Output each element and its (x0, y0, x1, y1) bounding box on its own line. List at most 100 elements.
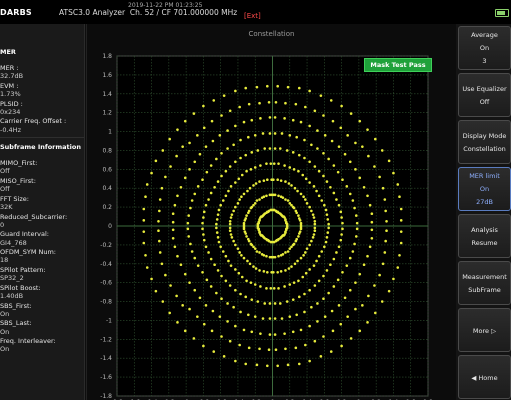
measurement-label: MER : (0, 64, 19, 72)
constellation-point (297, 295, 301, 299)
constellation-point (213, 263, 216, 267)
measurement-label: MISO_First: (0, 177, 36, 185)
constellation-point (332, 285, 336, 288)
constellation-point (268, 255, 272, 259)
softkey-mer-limit[interactable]: MER limit On 27dB (458, 167, 511, 211)
constellation-point (308, 243, 311, 247)
softkey-label: Measurement (462, 273, 507, 281)
constellation-point (337, 145, 341, 148)
softkey-home[interactable]: ◀ Home (458, 355, 511, 399)
constellation-point (196, 315, 199, 318)
constellation-point (277, 194, 280, 198)
constellation-point (327, 222, 330, 226)
constellation-point (154, 159, 158, 163)
softkey-analysis[interactable]: Analysis Resume (458, 214, 511, 258)
constellation-point (313, 229, 317, 233)
measurement-value: 1.40dB (0, 292, 24, 300)
constellation-point (368, 203, 372, 207)
constellation-point (316, 129, 319, 132)
constellation-point (229, 233, 233, 236)
constellation-point (261, 317, 265, 320)
constellation-point (273, 317, 277, 320)
constellation-point (216, 180, 220, 183)
constellation-point (332, 164, 336, 167)
constellation-point (313, 222, 317, 226)
constellation-point (322, 174, 325, 178)
constellation-point (193, 160, 197, 164)
constellation-point (242, 328, 246, 332)
constellation-point (288, 134, 292, 137)
constellation-point (387, 289, 391, 293)
constellation-point (324, 208, 328, 212)
constellation-point (169, 284, 172, 287)
softkey-display-mode[interactable]: Display Mode Constellation (458, 120, 511, 164)
constellation-point (297, 86, 301, 90)
constellation-point (281, 196, 285, 199)
measurement-value: Off (0, 167, 10, 176)
constellation-point (285, 149, 289, 152)
softkey-average[interactable]: Average On 3 (458, 26, 511, 70)
constellation-point (186, 227, 190, 231)
constellation-point (209, 257, 213, 261)
mask-test-badge: Mask Test Pass (364, 58, 432, 72)
constellation-point (279, 270, 283, 273)
constellation-point (272, 162, 276, 165)
softkey-label: More ▷ (472, 327, 497, 335)
constellation-point (240, 253, 243, 257)
constellation-point (145, 266, 149, 269)
constellation-point (227, 259, 230, 263)
constellation-point (145, 183, 149, 186)
constellation-point (247, 237, 250, 241)
constellation-point (288, 315, 292, 318)
constellation-point (244, 86, 248, 90)
measurement-value: Off (0, 185, 10, 194)
y-tick-label: -0.4 (100, 261, 112, 268)
constellation-point (164, 273, 167, 277)
logo-text: DARBS (0, 8, 32, 17)
constellation-point (144, 195, 147, 199)
constellation-point (398, 253, 401, 257)
constellation-point (330, 139, 334, 143)
measurement-label: Freq. Interleaver: (0, 337, 56, 346)
constellation-point (227, 189, 230, 193)
constellation-point (272, 287, 276, 290)
constellation-point (340, 344, 343, 348)
softkey-measurement[interactable]: Measurement SubFrame (458, 261, 511, 305)
y-tick-label: -1.6 (100, 374, 112, 381)
softkey-more[interactable]: More ▷ (458, 308, 511, 352)
constellation-point (366, 194, 369, 198)
constellation-point (303, 138, 306, 142)
constellation-point (287, 182, 291, 185)
constellation-point (228, 229, 232, 233)
constellation-point (268, 132, 272, 135)
constellation-point (247, 346, 251, 350)
y-tick-label: 1.2 (102, 110, 112, 117)
constellation-point (326, 231, 330, 234)
constellation-point (292, 206, 296, 210)
constellation-point (381, 186, 385, 190)
constellation-point (258, 251, 261, 254)
constellation-point (252, 184, 255, 187)
constellation-point (160, 262, 164, 266)
constellation-point (313, 226, 317, 230)
constellation-point (239, 138, 242, 142)
constellation-point (259, 332, 262, 335)
constellation-point (234, 124, 237, 128)
constellation-point (366, 254, 369, 258)
constellation-point (345, 185, 349, 188)
constellation-point (354, 214, 358, 217)
softkey-label: Average (471, 31, 498, 39)
constellation-point (250, 298, 254, 301)
constellation-point (291, 118, 295, 122)
constellation-point (242, 192, 246, 196)
softkey-use-equalizer[interactable]: Use Equalizer Off (458, 73, 511, 117)
softkey-label: Constellation (463, 145, 506, 153)
constellation-point (211, 309, 215, 313)
constellation-point (253, 283, 257, 286)
constellation-point (323, 134, 327, 137)
constellation-point (173, 203, 177, 207)
constellation-point (284, 180, 287, 183)
constellation-point (176, 321, 179, 324)
constellation-point (337, 245, 341, 249)
constellation-point (228, 165, 232, 168)
